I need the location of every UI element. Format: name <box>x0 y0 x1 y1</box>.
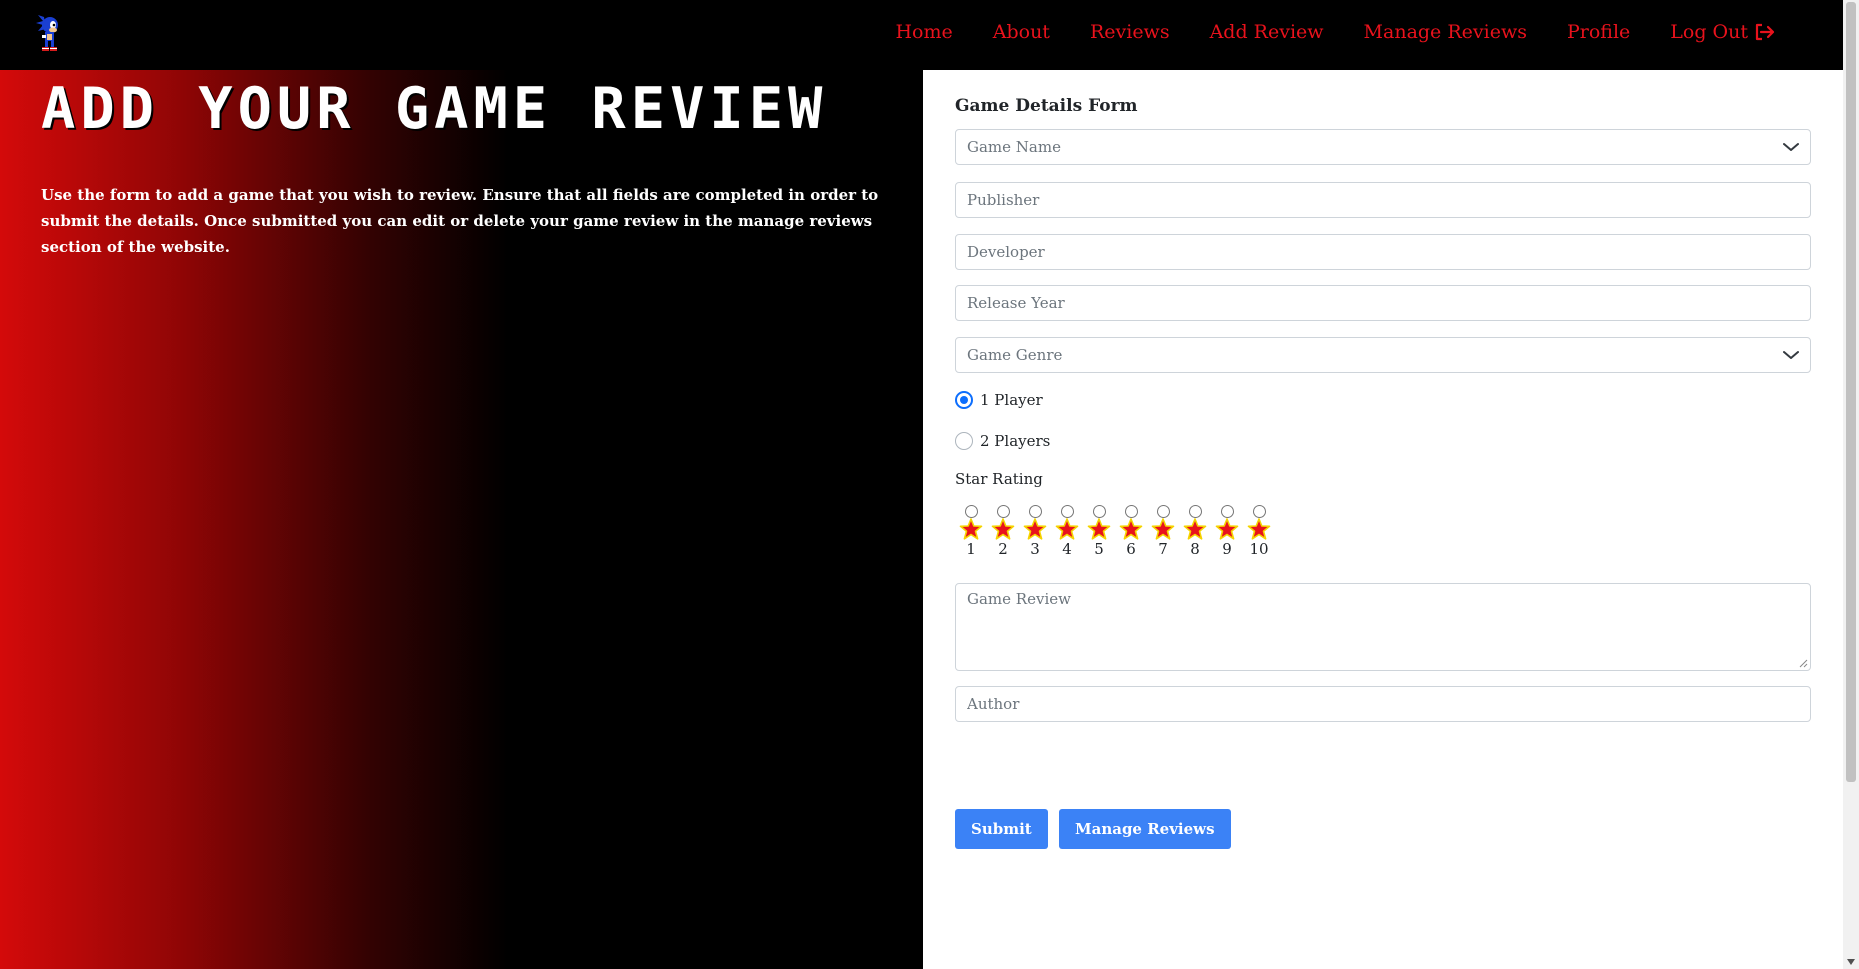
author-input[interactable] <box>955 686 1811 722</box>
two-players-label: 2 Players <box>980 432 1051 450</box>
form-title: Game Details Form <box>955 96 1138 116</box>
page-title: ADD YOUR GAME REVIEW <box>41 76 828 142</box>
nav-add-review-link[interactable]: Add Review <box>1210 21 1324 43</box>
submit-button[interactable]: Submit <box>955 809 1048 849</box>
star-rating-option[interactable]: 4 <box>1051 505 1083 558</box>
sign-out-icon <box>1755 23 1775 41</box>
game-name-select[interactable]: Game Name <box>955 129 1811 165</box>
star-icon <box>1055 518 1079 540</box>
scroll-down-arrow-icon[interactable] <box>1847 959 1855 965</box>
star-rating-radio[interactable] <box>1092 505 1106 518</box>
one-player-option[interactable]: 1 Player <box>955 391 1043 409</box>
nav-reviews-link[interactable]: Reviews <box>1090 21 1170 43</box>
star-rating-option[interactable]: 1 <box>955 505 987 558</box>
nav-profile-link[interactable]: Profile <box>1567 21 1630 43</box>
sonic-logo-icon[interactable] <box>34 13 64 53</box>
chevron-down-icon <box>1783 143 1799 151</box>
star-rating-number: 3 <box>1030 540 1040 558</box>
star-rating-number: 4 <box>1062 540 1072 558</box>
star-rating-number: 9 <box>1222 540 1232 558</box>
scroll-thumb[interactable] <box>1846 2 1856 782</box>
star-rating-number: 2 <box>998 540 1008 558</box>
star-rating-radio[interactable] <box>1060 505 1074 518</box>
star-rating-radio[interactable] <box>1156 505 1170 518</box>
navbar: Home About Reviews Add Review Manage Rev… <box>0 0 1843 70</box>
game-review-wrapper <box>955 583 1811 671</box>
manage-reviews-button[interactable]: Manage Reviews <box>1059 809 1231 849</box>
two-players-radio[interactable] <box>955 432 973 450</box>
star-rating-number: 10 <box>1249 540 1269 558</box>
publisher-input[interactable] <box>955 182 1811 218</box>
resize-grip-icon[interactable] <box>1799 659 1808 668</box>
hero-section: ADD YOUR GAME REVIEW Use the form to add… <box>0 70 923 969</box>
chevron-down-icon <box>1783 351 1799 359</box>
star-rating-option[interactable]: 6 <box>1115 505 1147 558</box>
nav-logout-link[interactable]: Log Out <box>1670 21 1776 43</box>
star-icon <box>1247 518 1271 540</box>
game-genre-select[interactable]: Game Genre <box>955 337 1811 373</box>
star-icon <box>1023 518 1047 540</box>
star-icon <box>991 518 1015 540</box>
star-rating-radio[interactable] <box>1028 505 1042 518</box>
hero-description: Use the form to add a game that you wish… <box>41 186 879 256</box>
nav-links: Home About Reviews Add Review Manage Rev… <box>855 0 1776 64</box>
two-players-option[interactable]: 2 Players <box>955 432 1050 450</box>
nav-manage-reviews-link[interactable]: Manage Reviews <box>1364 21 1527 43</box>
star-icon <box>1183 518 1207 540</box>
page-scrollbar[interactable] <box>1843 0 1859 969</box>
developer-input[interactable] <box>955 234 1811 270</box>
star-rating-option[interactable]: 8 <box>1179 505 1211 558</box>
nav-home-link[interactable]: Home <box>895 21 952 43</box>
star-rating-option[interactable]: 9 <box>1211 505 1243 558</box>
star-icon <box>1215 518 1239 540</box>
star-rating-radio[interactable] <box>1220 505 1234 518</box>
star-rating-option[interactable]: 5 <box>1083 505 1115 558</box>
star-rating-radio[interactable] <box>1124 505 1138 518</box>
game-name-select-value: Game Name <box>967 138 1061 156</box>
star-rating-option[interactable]: 2 <box>987 505 1019 558</box>
star-rating-number: 5 <box>1094 540 1104 558</box>
star-rating-radio[interactable] <box>996 505 1010 518</box>
release-year-input[interactable] <box>955 285 1811 321</box>
star-rating-option[interactable]: 10 <box>1243 505 1275 558</box>
game-genre-select-value: Game Genre <box>967 346 1063 364</box>
star-rating-number: 7 <box>1158 540 1168 558</box>
star-rating-group: 1 2 3 4 5 6 7 8 9 10 <box>955 505 1275 558</box>
star-rating-radio[interactable] <box>1252 505 1266 518</box>
star-rating-label: Star Rating <box>955 470 1043 488</box>
one-player-radio[interactable] <box>955 391 973 409</box>
star-rating-radio[interactable] <box>1188 505 1202 518</box>
game-details-form: Game Details Form Game Name Game Genre 1… <box>923 70 1843 969</box>
star-icon <box>1119 518 1143 540</box>
star-rating-number: 8 <box>1190 540 1200 558</box>
star-rating-option[interactable]: 3 <box>1019 505 1051 558</box>
nav-about-link[interactable]: About <box>993 21 1050 43</box>
star-icon <box>959 518 983 540</box>
star-rating-number: 6 <box>1126 540 1136 558</box>
star-rating-radio[interactable] <box>964 505 978 518</box>
star-icon <box>1151 518 1175 540</box>
star-icon <box>1087 518 1111 540</box>
game-review-textarea[interactable] <box>955 583 1811 671</box>
star-rating-number: 1 <box>966 540 976 558</box>
one-player-label: 1 Player <box>980 391 1043 409</box>
nav-logout-label: Log Out <box>1670 21 1748 43</box>
star-rating-option[interactable]: 7 <box>1147 505 1179 558</box>
